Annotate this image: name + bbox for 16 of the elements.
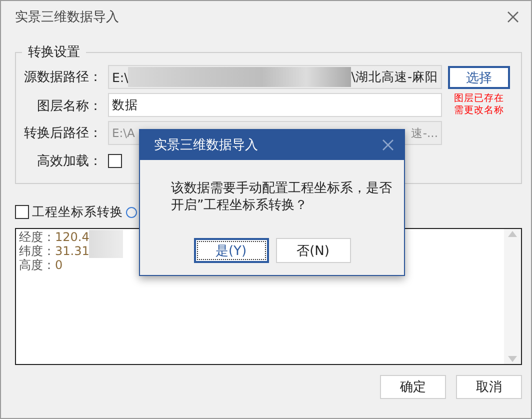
checkbox-label: 工程坐标系转换 <box>32 204 123 220</box>
log-value: 31.31 <box>55 244 90 258</box>
field-label: 源数据路径： <box>23 69 102 86</box>
warning-text: 图层已存在 需更改名称 <box>453 93 505 117</box>
dialog-title: 实景三维数据导入 <box>154 137 258 154</box>
log-label: 经度： <box>19 230 55 244</box>
field-label: 图层名称： <box>36 98 102 115</box>
window-title: 实景三维数据导入 <box>15 9 119 26</box>
field-label: 高效加载： <box>36 153 102 170</box>
dialog-message: 该数据需要手动配置工程坐标系，是否 开启”工程坐标系转换？ <box>170 180 393 215</box>
group-title: 转换设置 <box>27 44 81 61</box>
field-label: 转换后路径： <box>23 125 102 142</box>
log-value: 120.4 <box>55 230 90 244</box>
log-label: 纬度： <box>19 244 55 258</box>
log-label: 高度： <box>19 258 55 272</box>
log-value: 0 <box>55 258 63 272</box>
